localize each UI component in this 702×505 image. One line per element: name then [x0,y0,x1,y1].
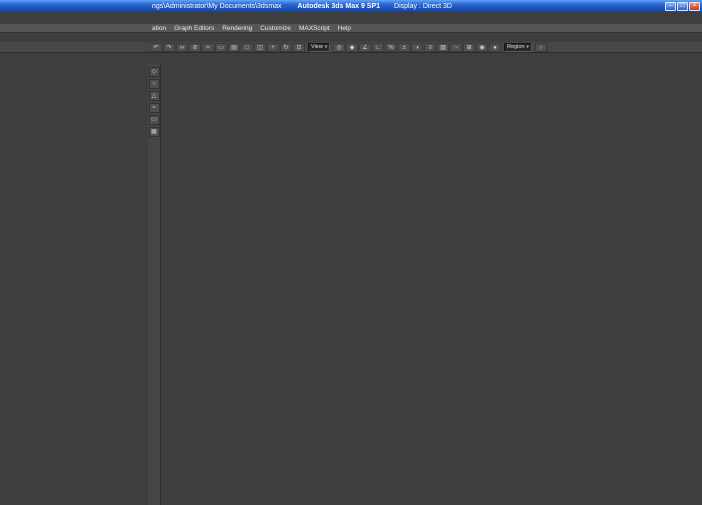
select-and-rotate-icon[interactable]: ↻ [280,42,292,52]
reference-coordinate-dropdown[interactable]: View ▾ [308,42,331,52]
align-icon[interactable]: ≡ [424,42,437,52]
reactor-rigid-body-icon[interactable]: ◇ [148,67,160,77]
close-button[interactable]: × [689,1,700,11]
redo-icon[interactable]: ↷ [163,42,175,52]
main-titlebar: ngs\Administrator\My Documents\3dsmax Au… [0,0,702,12]
quick-render-icon[interactable]: ○ [534,42,547,52]
select-by-name-icon[interactable]: ▤ [228,42,240,52]
left-toolbar: ◇ ○ △ ≈ ▭ ▦ [148,64,161,505]
main-title-display: Display : Direct 3D [394,2,452,10]
menu-customize[interactable]: Customize [260,25,291,32]
reactor-soft-body-icon[interactable]: △ [148,91,160,101]
selection-region-icon[interactable]: □ [241,42,253,52]
maximize-button[interactable]: □ [677,1,688,11]
reactor-analyze-icon[interactable]: ▦ [148,127,160,137]
window-buttons: ─ □ × [665,1,702,11]
main-title-app: Autodesk 3ds Max 9 SP1 [297,2,381,10]
angle-snap-icon[interactable]: ∟ [372,42,385,52]
reactor-rope-icon[interactable]: ≈ [148,103,160,113]
menu-rendering[interactable]: Rendering [222,25,252,32]
reactor-preview-icon[interactable]: ▭ [148,115,160,125]
select-and-manipulate-icon[interactable]: ◆ [346,42,359,52]
snaps-toggle-icon[interactable]: ∠ [359,42,372,52]
main-title-path: ngs\Administrator\My Documents\3dsmax [152,2,282,10]
select-and-scale-icon[interactable]: ⊡ [293,42,305,52]
select-and-move-icon[interactable]: + [267,42,279,52]
render-type-dropdown-value: Region [507,44,525,50]
curve-editor-icon[interactable]: ~ [450,42,463,52]
select-and-link-icon[interactable]: ∞ [176,42,188,52]
render-type-dropdown[interactable]: Region ▾ [504,42,532,52]
main-toolbar: ↶ ↷ ∞ ⊘ ≈ ▭ ▤ □ ◫ + ↻ ⊡ View ▾ ◎ ◆ ∠ ∟% ± ◑ ≡ ▧ ~ ⊞ ◉ ● Region ▾ ○ [0,42,702,53]
reactor-cloth-icon[interactable]: ○ [148,79,160,89]
window-crossing-icon[interactable]: ◫ [254,42,266,52]
layer-manager-icon[interactable]: ▧ [437,42,450,52]
material-editor-icon[interactable]: ◉ [476,42,489,52]
percent-snap-icon[interactable]: % [385,42,398,52]
menu-graph-editors[interactable]: Graph Editors [174,25,214,32]
select-object-icon[interactable]: ▭ [215,42,227,52]
main-menubar: ation Graph Editors Rendering Customize … [0,24,702,33]
use-center-icon[interactable]: ◎ [333,42,346,52]
unlink-selection-icon[interactable]: ⊘ [189,42,201,52]
schematic-view-icon[interactable]: ⊞ [463,42,476,52]
screen: ngs\Administrator\My Documents\3dsmax Au… [0,0,702,505]
minimize-button[interactable]: ─ [665,1,676,11]
reference-coordinate-dropdown-value: View [311,44,323,50]
menu-animation[interactable]: ation [152,25,166,32]
undo-icon[interactable]: ↶ [150,42,162,52]
chevron-down-icon: ▾ [526,44,529,49]
bind-to-space-warp-icon[interactable]: ≈ [202,42,214,52]
menu-help[interactable]: Help [338,25,351,32]
spinner-snap-icon[interactable]: ± [398,42,411,52]
chevron-down-icon: ▾ [324,44,328,49]
menu-maxscript[interactable]: MAXScript [299,25,330,32]
render-scene-icon[interactable]: ● [489,42,502,52]
mirror-icon[interactable]: ◑ [411,42,424,52]
